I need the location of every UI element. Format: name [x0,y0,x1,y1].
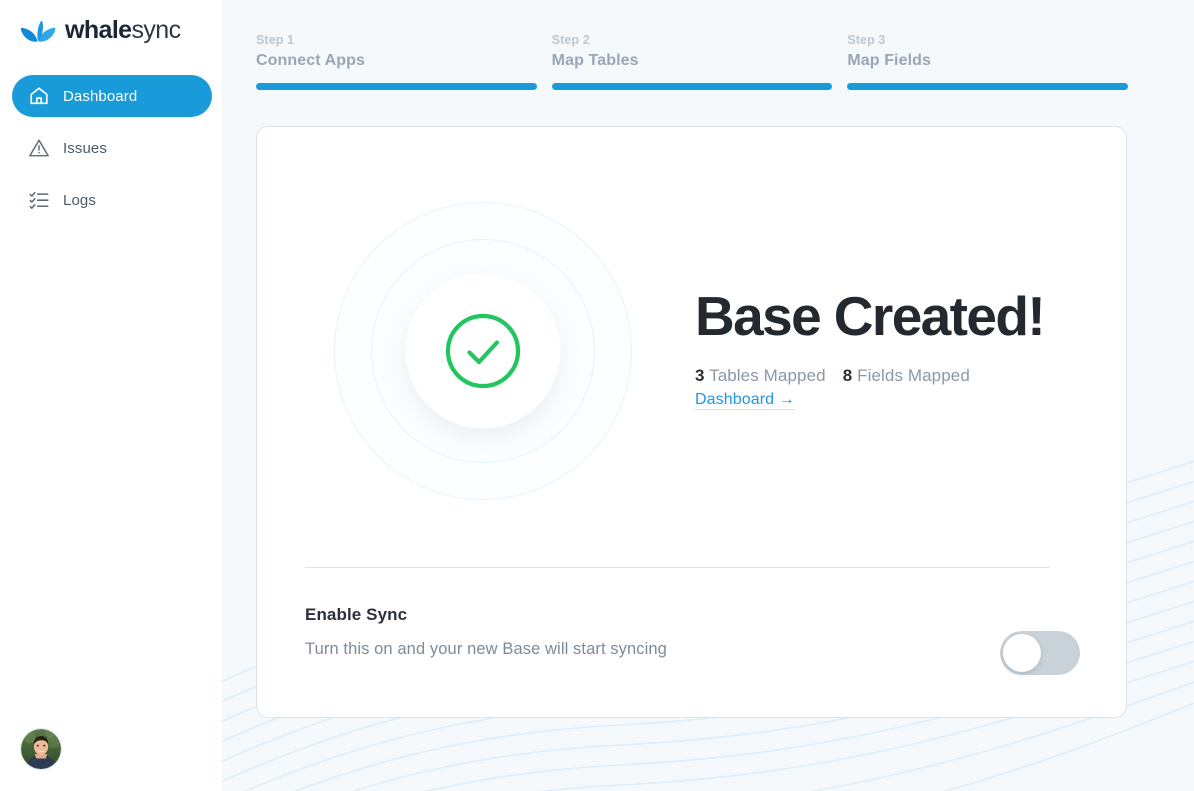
step-title: Connect Apps [256,52,366,69]
checklist-icon [29,191,49,209]
stat-tables-mapped: 3 Tables Mapped [695,366,826,385]
toggle-knob [1003,634,1041,672]
sidebar-item-issues[interactable]: Issues [12,127,212,169]
success-illustration [333,201,633,501]
dashboard-link-label: Dashboard [695,391,775,408]
enable-sync-toggle[interactable] [1000,631,1080,675]
sidebar-item-logs[interactable]: Logs [12,179,212,221]
step-number: Step 2 [551,33,590,47]
stat-fields-mapped: 8 Fields Mapped [843,366,970,385]
step-2[interactable]: Step 2 Map Tables [551,33,833,90]
dashboard-link[interactable]: Dashboard → [695,391,795,410]
step-1[interactable]: Step 1 Connect Apps [256,33,537,90]
hero-text-block: Base Created! 3 Tables Mapped 8 Fields Ma… [695,289,1115,410]
enable-sync-section: Enable Sync Turn this on and your new Ba… [305,605,1080,695]
sidebar-item-label: Dashboard [63,87,138,105]
warning-triangle-icon [29,139,49,157]
step-progress-bar [256,83,537,90]
home-icon [30,87,48,105]
step-number: Step 3 [847,33,886,47]
brand-name-bold: whale [65,15,132,44]
brand-name-light: sync [131,15,181,44]
enable-sync-title: Enable Sync [305,605,408,624]
green-check-circle-icon [442,310,524,392]
step-progress-bar [847,83,1129,90]
stat-label: Fields Mapped [857,366,970,385]
step-progress-bar [551,83,833,90]
step-title: Map Tables [551,52,639,69]
sidebar-item-label: Issues [63,139,107,157]
mapping-stats: 3 Tables Mapped 8 Fields Mapped [695,366,1115,386]
step-title: Map Fields [847,52,932,69]
enable-sync-description: Turn this on and your new Base will star… [305,640,667,658]
step-3[interactable]: Step 3 Map Fields [847,33,1129,90]
avatar[interactable] [20,728,62,770]
stat-label: Tables Mapped [709,366,826,385]
sidebar-nav: Dashboard Issues Logs [12,75,212,231]
arrow-right-icon: → [778,391,795,408]
brand-logo[interactable]: whalesync [20,17,181,43]
stat-value: 3 [695,366,705,385]
brand-wordmark: whalesync [65,15,181,44]
sidebar: whalesync Dashboard Issues Logs [0,0,222,791]
step-number: Step 1 [256,33,295,47]
stat-value: 8 [842,366,853,385]
sidebar-item-label: Logs [63,191,96,209]
hero-section: Base Created! 3 Tables Mapped 8 Fields Ma… [257,127,1128,561]
base-created-card: Base Created! 3 Tables Mapped 8 Fields Ma… [256,126,1127,718]
onboarding-steps: Step 1 Connect Apps Step 2 Map Tables St… [256,33,1129,90]
user-avatar-icon [21,729,61,769]
sidebar-item-dashboard[interactable]: Dashboard [12,75,212,117]
whale-tail-icon [20,21,56,42]
card-divider [305,567,1050,568]
page-title: Base Created! [695,285,1046,347]
